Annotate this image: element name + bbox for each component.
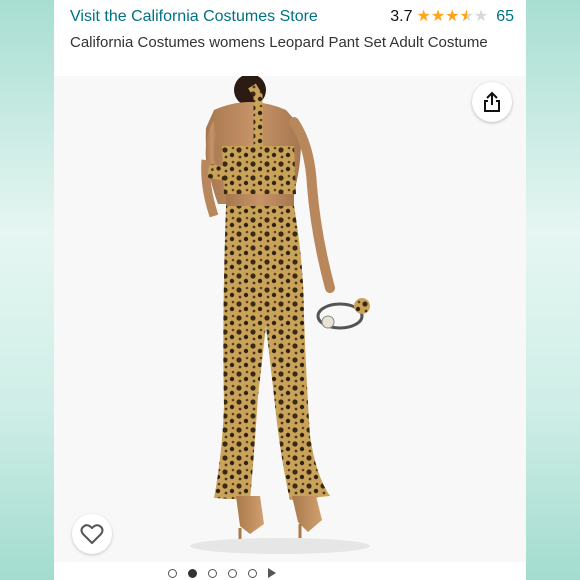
store-link[interactable]: Visit the California Costumes Store bbox=[70, 8, 318, 26]
product-image[interactable] bbox=[54, 76, 526, 562]
carousel-dot[interactable] bbox=[228, 568, 237, 578]
share-icon bbox=[484, 91, 500, 112]
rating-count-link[interactable]: 65 bbox=[496, 8, 514, 26]
rating[interactable]: 3.7 ★ ★ ★ ★ ★ 65 bbox=[390, 8, 514, 26]
star-icon: ★ bbox=[416, 8, 431, 25]
heart-icon bbox=[80, 524, 104, 544]
rating-value: 3.7 bbox=[390, 8, 413, 25]
star-half-icon: ★ bbox=[459, 8, 474, 25]
product-title: California Costumes womens Leopard Pant … bbox=[70, 34, 488, 51]
carousel-dot[interactable] bbox=[248, 568, 257, 578]
carousel-indicator[interactable] bbox=[168, 568, 276, 578]
carousel-dot-active[interactable] bbox=[188, 568, 197, 578]
star-icon: ★ bbox=[430, 8, 446, 25]
product-card: Visit the California Costumes Store 3.7 … bbox=[54, 0, 526, 580]
star-icon: ★ bbox=[445, 8, 460, 25]
product-header: Visit the California Costumes Store 3.7 … bbox=[70, 6, 514, 72]
background-right bbox=[526, 0, 580, 580]
star-empty-icon: ★ bbox=[473, 8, 489, 25]
carousel-dot[interactable] bbox=[208, 568, 217, 578]
carousel-dot[interactable] bbox=[168, 568, 177, 578]
wishlist-button[interactable] bbox=[72, 514, 112, 554]
share-button[interactable] bbox=[472, 82, 512, 122]
background-left bbox=[0, 0, 54, 580]
star-rating: ★ ★ ★ ★ ★ bbox=[416, 9, 488, 25]
play-icon[interactable] bbox=[268, 568, 276, 578]
product-photo bbox=[54, 76, 526, 562]
